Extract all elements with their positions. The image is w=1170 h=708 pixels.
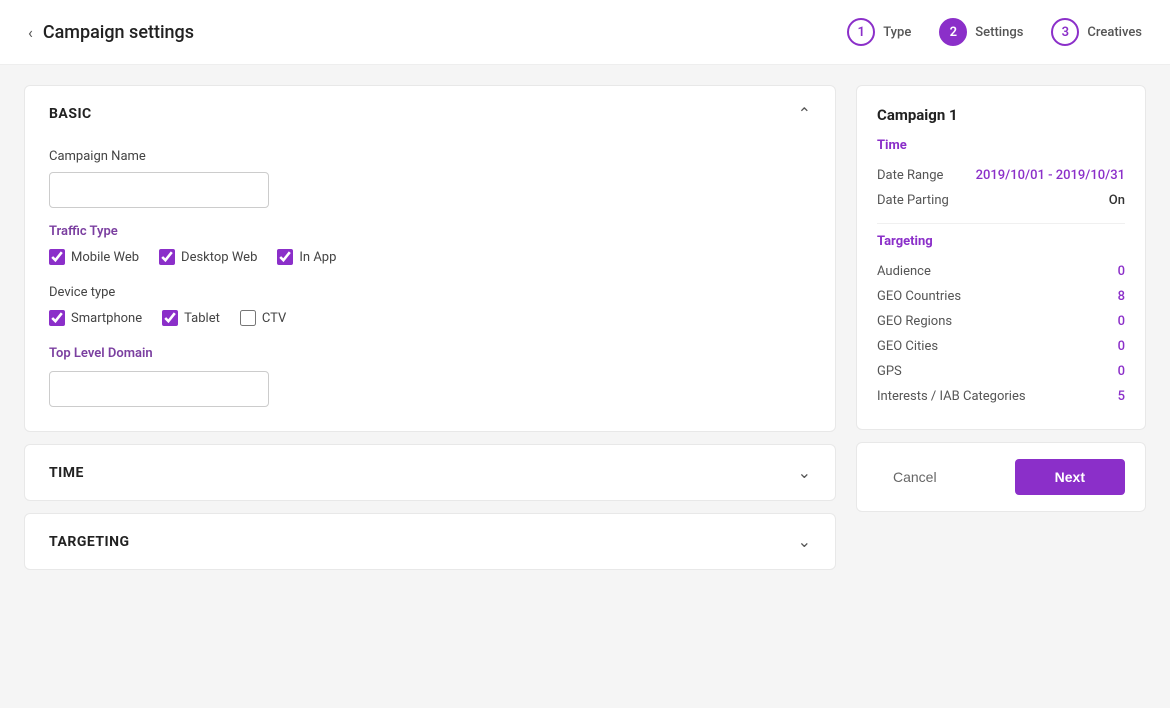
traffic-mobile-web[interactable]: Mobile Web bbox=[49, 249, 139, 265]
summary-time-title: Time bbox=[877, 138, 1125, 153]
summary-targeting-title: Targeting bbox=[877, 234, 1125, 249]
device-ctv[interactable]: CTV bbox=[240, 310, 286, 326]
summary-audience-value: 0 bbox=[1118, 264, 1125, 279]
summary-audience-row: Audience 0 bbox=[877, 259, 1125, 284]
top-level-domain-label: Top Level Domain bbox=[49, 346, 811, 361]
content-area: BASIC ⌃ Campaign Name Traffic Type Mobil… bbox=[24, 85, 836, 570]
sidebar: Campaign 1 Time Date Range 2019/10/01 - … bbox=[856, 85, 1146, 570]
summary-divider bbox=[877, 223, 1125, 224]
summary-date-range-row: Date Range 2019/10/01 - 2019/10/31 bbox=[877, 163, 1125, 188]
steps-nav: 1 Type 2 Settings 3 Creatives bbox=[847, 18, 1142, 46]
back-icon: ‹ bbox=[28, 23, 33, 42]
cancel-button[interactable]: Cancel bbox=[877, 461, 953, 493]
summary-date-parting-value: On bbox=[1109, 193, 1125, 208]
traffic-type-group: Mobile Web Desktop Web In App bbox=[49, 249, 811, 265]
ctv-label: CTV bbox=[262, 311, 286, 326]
back-button[interactable]: ‹ Campaign settings bbox=[28, 22, 194, 43]
step-type-label: Type bbox=[883, 25, 911, 40]
mobile-web-label: Mobile Web bbox=[71, 250, 139, 265]
summary-geo-countries-value: 8 bbox=[1118, 289, 1125, 304]
device-smartphone[interactable]: Smartphone bbox=[49, 310, 142, 326]
basic-section-header[interactable]: BASIC ⌃ bbox=[25, 86, 835, 141]
summary-audience-label: Audience bbox=[877, 264, 931, 279]
step-type[interactable]: 1 Type bbox=[847, 18, 911, 46]
campaign-name-input[interactable] bbox=[49, 172, 269, 208]
targeting-section-card: TARGETING ⌄ bbox=[24, 513, 836, 570]
device-tablet[interactable]: Tablet bbox=[162, 310, 220, 326]
step-creatives[interactable]: 3 Creatives bbox=[1051, 18, 1142, 46]
step-settings-circle: 2 bbox=[939, 18, 967, 46]
summary-iab-row: Interests / IAB Categories 5 bbox=[877, 384, 1125, 409]
header: ‹ Campaign settings 1 Type 2 Settings 3 … bbox=[0, 0, 1170, 65]
basic-section-body: Campaign Name Traffic Type Mobile Web De… bbox=[25, 141, 835, 431]
targeting-section-title: TARGETING bbox=[49, 534, 130, 550]
smartphone-checkbox[interactable] bbox=[49, 310, 65, 326]
in-app-checkbox[interactable] bbox=[277, 249, 293, 265]
summary-geo-cities-value: 0 bbox=[1118, 339, 1125, 354]
time-section-title: TIME bbox=[49, 465, 84, 481]
desktop-web-checkbox[interactable] bbox=[159, 249, 175, 265]
step-creatives-label: Creatives bbox=[1087, 25, 1142, 40]
smartphone-label: Smartphone bbox=[71, 311, 142, 326]
basic-chevron-icon: ⌃ bbox=[798, 104, 811, 123]
traffic-desktop-web[interactable]: Desktop Web bbox=[159, 249, 257, 265]
basic-section-card: BASIC ⌃ Campaign Name Traffic Type Mobil… bbox=[24, 85, 836, 432]
desktop-web-label: Desktop Web bbox=[181, 250, 257, 265]
top-level-domain-input[interactable] bbox=[49, 371, 269, 407]
summary-date-range-value: 2019/10/01 - 2019/10/31 bbox=[976, 168, 1125, 183]
device-type-label: Device type bbox=[49, 285, 811, 300]
main-layout: BASIC ⌃ Campaign Name Traffic Type Mobil… bbox=[0, 65, 1170, 590]
summary-campaign-name: Campaign 1 bbox=[877, 106, 1125, 124]
step-creatives-circle: 3 bbox=[1051, 18, 1079, 46]
mobile-web-checkbox[interactable] bbox=[49, 249, 65, 265]
traffic-in-app[interactable]: In App bbox=[277, 249, 336, 265]
actions-card: Cancel Next bbox=[856, 442, 1146, 512]
tablet-label: Tablet bbox=[184, 311, 220, 326]
targeting-chevron-icon: ⌄ bbox=[798, 532, 811, 551]
summary-geo-countries-label: GEO Countries bbox=[877, 289, 961, 304]
in-app-label: In App bbox=[299, 250, 336, 265]
tablet-checkbox[interactable] bbox=[162, 310, 178, 326]
summary-geo-regions-row: GEO Regions 0 bbox=[877, 309, 1125, 334]
summary-date-parting-row: Date Parting On bbox=[877, 188, 1125, 213]
summary-iab-label: Interests / IAB Categories bbox=[877, 389, 1026, 404]
summary-geo-regions-value: 0 bbox=[1118, 314, 1125, 329]
step-type-circle: 1 bbox=[847, 18, 875, 46]
step-settings[interactable]: 2 Settings bbox=[939, 18, 1023, 46]
summary-geo-cities-row: GEO Cities 0 bbox=[877, 334, 1125, 359]
time-section-header[interactable]: TIME ⌄ bbox=[25, 445, 835, 500]
time-chevron-icon: ⌄ bbox=[798, 463, 811, 482]
basic-section-title: BASIC bbox=[49, 106, 92, 122]
summary-date-parting-label: Date Parting bbox=[877, 193, 949, 208]
summary-geo-cities-label: GEO Cities bbox=[877, 339, 938, 354]
traffic-type-label: Traffic Type bbox=[49, 224, 811, 239]
step-settings-label: Settings bbox=[975, 25, 1023, 40]
summary-card: Campaign 1 Time Date Range 2019/10/01 - … bbox=[856, 85, 1146, 430]
summary-date-range-label: Date Range bbox=[877, 168, 943, 183]
summary-gps-row: GPS 0 bbox=[877, 359, 1125, 384]
summary-geo-countries-row: GEO Countries 8 bbox=[877, 284, 1125, 309]
summary-iab-value: 5 bbox=[1118, 389, 1125, 404]
summary-gps-label: GPS bbox=[877, 364, 902, 379]
device-type-group: Smartphone Tablet CTV bbox=[49, 310, 811, 326]
time-section-card: TIME ⌄ bbox=[24, 444, 836, 501]
summary-geo-regions-label: GEO Regions bbox=[877, 314, 952, 329]
targeting-section-header[interactable]: TARGETING ⌄ bbox=[25, 514, 835, 569]
summary-gps-value: 0 bbox=[1118, 364, 1125, 379]
campaign-name-label: Campaign Name bbox=[49, 149, 811, 164]
page-title: Campaign settings bbox=[43, 22, 194, 43]
ctv-checkbox[interactable] bbox=[240, 310, 256, 326]
next-button[interactable]: Next bbox=[1015, 459, 1125, 495]
